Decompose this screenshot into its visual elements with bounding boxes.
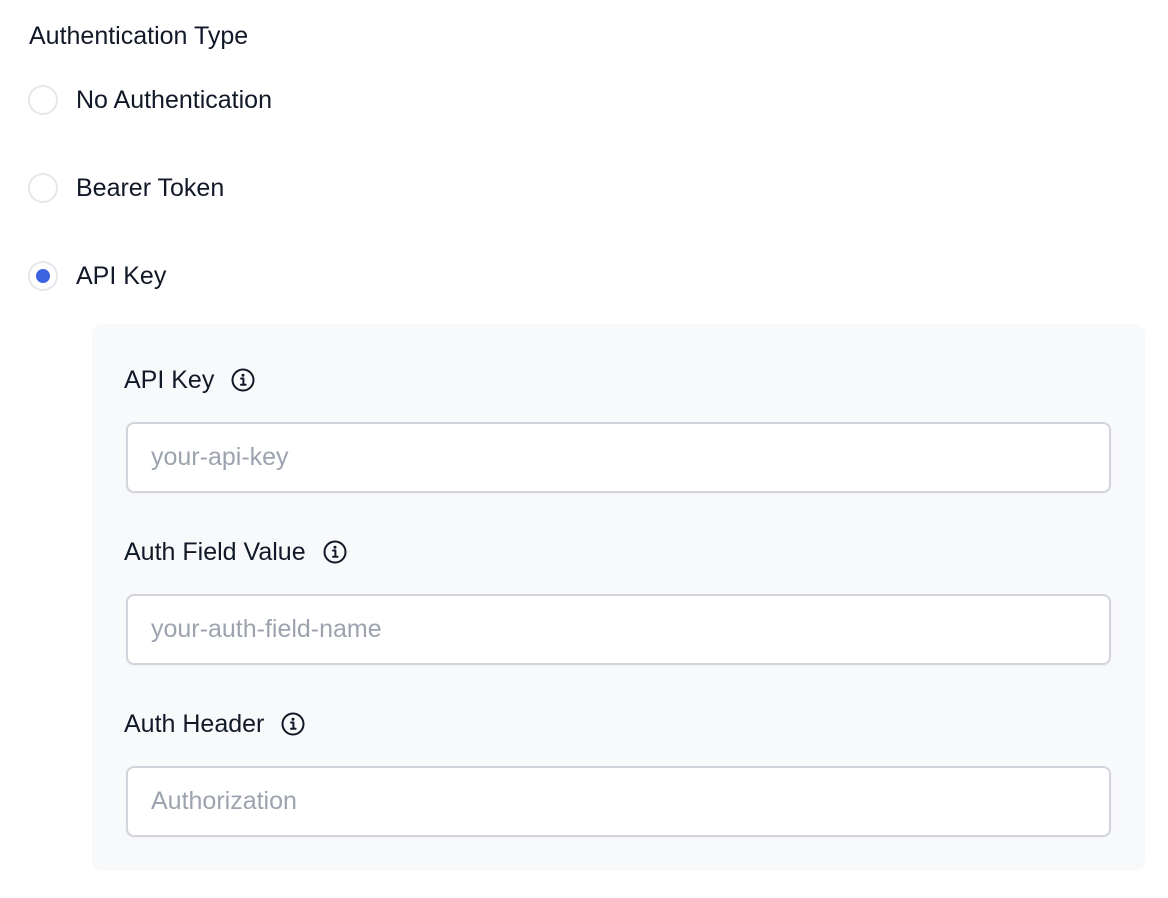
radio-option-bearer-token[interactable]: Bearer Token: [28, 172, 224, 204]
radio-option-label: Bearer Token: [76, 174, 225, 202]
api-key-settings-panel: API Key Auth Field Value Auth Header: [92, 324, 1145, 871]
auth-field-value-input[interactable]: [126, 594, 1111, 665]
info-icon[interactable]: [230, 367, 256, 393]
info-icon[interactable]: [322, 539, 348, 565]
radio-button[interactable]: [28, 85, 58, 115]
info-icon[interactable]: [280, 711, 306, 737]
radio-option-label: API Key: [76, 262, 167, 290]
radio-button[interactable]: [28, 173, 58, 203]
api-key-label: API Key: [124, 366, 215, 394]
authentication-type-title: Authentication Type: [29, 22, 249, 50]
radio-option-api-key[interactable]: API Key: [28, 260, 166, 292]
radio-option-label: No Authentication: [76, 86, 272, 114]
auth-header-label: Auth Header: [124, 710, 265, 738]
api-key-label-row: API Key: [124, 364, 256, 396]
api-key-input[interactable]: [126, 422, 1111, 493]
auth-header-input[interactable]: [126, 766, 1111, 837]
radio-button-selected[interactable]: [28, 261, 58, 291]
auth-header-label-row: Auth Header: [124, 708, 306, 740]
radio-selected-dot: [36, 269, 50, 283]
auth-field-value-label-row: Auth Field Value: [124, 536, 348, 568]
radio-option-no-authentication[interactable]: No Authentication: [28, 84, 272, 116]
auth-field-value-label: Auth Field Value: [124, 538, 306, 566]
